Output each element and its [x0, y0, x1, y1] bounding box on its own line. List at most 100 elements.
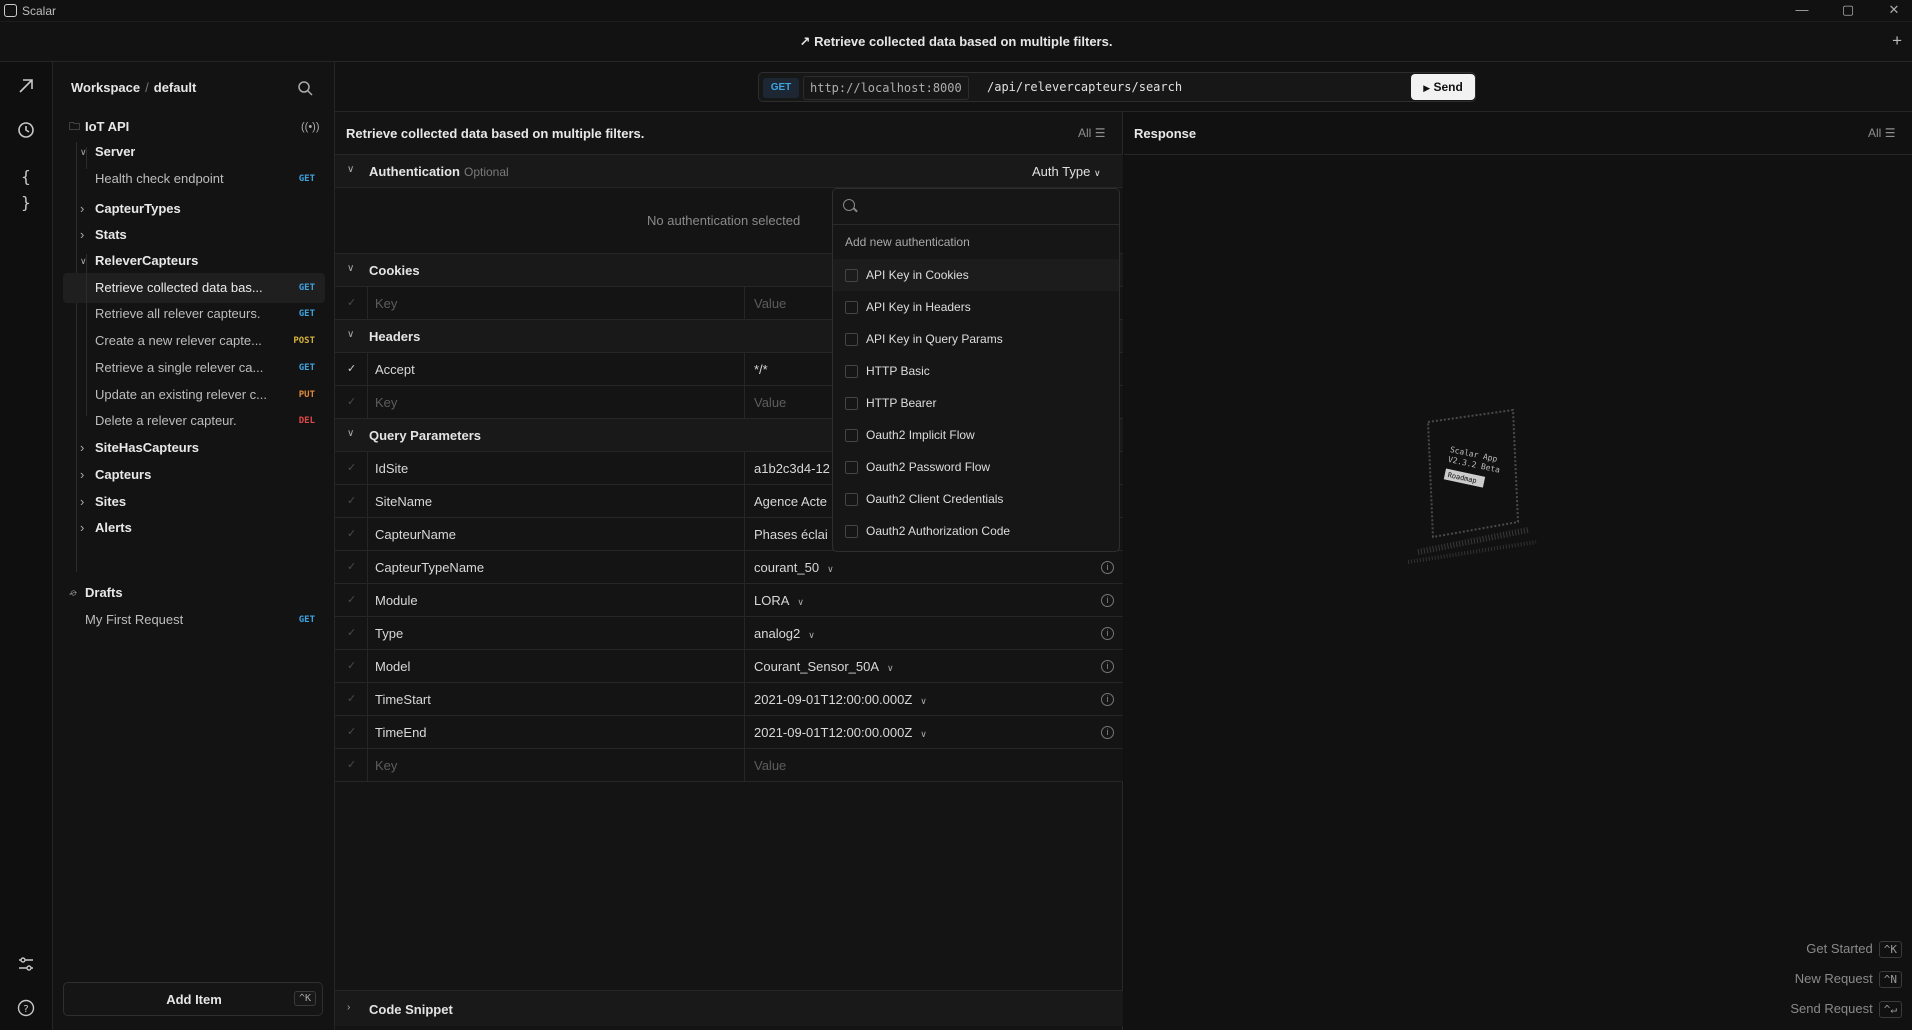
auth-search-input[interactable]: [833, 189, 1119, 225]
param-key-input[interactable]: Type: [375, 626, 403, 641]
chevron-down-icon[interactable]: ∨: [920, 696, 927, 706]
minimize-icon[interactable]: —: [1790, 2, 1814, 20]
auth-option-http-basic[interactable]: HTTP Basic: [833, 355, 1119, 387]
chevron-down-icon[interactable]: ∨: [920, 729, 927, 739]
sidebar-item-create-a-new-relever-capte[interactable]: POST Create a new relever capte...: [63, 326, 325, 356]
auth-option-api-key-in-cookies[interactable]: API Key in Cookies: [833, 259, 1119, 291]
code-snippet-section[interactable]: › Code Snippet: [335, 990, 1123, 1026]
clock-icon[interactable]: [13, 120, 39, 146]
info-icon[interactable]: i: [1101, 726, 1114, 739]
auth-option-oauth2-password-flow[interactable]: Oauth2 Password Flow: [833, 451, 1119, 483]
check-icon[interactable]: ✓: [347, 362, 356, 375]
shortcut-new-request[interactable]: New Request ^N: [1795, 971, 1902, 988]
check-icon[interactable]: ✓: [347, 395, 356, 408]
chevron-down-icon[interactable]: ∨: [797, 597, 804, 607]
check-icon[interactable]: ✓: [347, 692, 356, 705]
section-filter[interactable]: All ☰: [1078, 126, 1105, 140]
sidebar-folder-server[interactable]: ∨ Server: [63, 137, 325, 167]
check-icon[interactable]: ✓: [347, 461, 356, 474]
new-tab-button[interactable]: +: [1892, 31, 1902, 51]
sidebar-item-retrieve-a-single-relever-ca[interactable]: GET Retrieve a single relever ca...: [63, 353, 325, 383]
shortcut-get-started[interactable]: Get Started ^K: [1806, 941, 1902, 958]
param-value-input[interactable]: Agence Acte: [754, 494, 827, 509]
checkbox[interactable]: [845, 493, 858, 506]
checkbox[interactable]: [845, 301, 858, 314]
auth-option-oauth2-implicit-flow[interactable]: Oauth2 Implicit Flow: [833, 419, 1119, 451]
check-icon[interactable]: ✓: [347, 758, 356, 771]
checkbox[interactable]: [845, 333, 858, 346]
cookie-value-input[interactable]: Value: [754, 296, 786, 311]
info-icon[interactable]: i: [1101, 627, 1114, 640]
checkbox[interactable]: [845, 397, 858, 410]
header-key-input[interactable]: Accept: [375, 362, 415, 377]
param-key-input[interactable]: IdSite: [375, 461, 408, 476]
auth-option-oauth2-authorization-code[interactable]: Oauth2 Authorization Code: [833, 515, 1119, 547]
braces-icon[interactable]: { }: [13, 164, 39, 212]
sidebar-folder-relevercapteurs[interactable]: ∨ ReleverCapteurs: [63, 246, 325, 276]
param-key-input[interactable]: SiteName: [375, 494, 432, 509]
param-value-input[interactable]: 2021-09-01T12:00:00.000Z ∨: [754, 692, 927, 707]
param-key-input[interactable]: Module: [375, 593, 418, 608]
auth-type-select[interactable]: Auth Type ∨: [1032, 164, 1101, 179]
request-path[interactable]: /api/relevercapteurs/search: [987, 80, 1182, 94]
active-tab[interactable]: ↗ Retrieve collected data based on multi…: [0, 34, 1912, 50]
param-value-input[interactable]: 2021-09-01T12:00:00.000Z ∨: [754, 725, 927, 740]
check-icon[interactable]: ✓: [347, 725, 356, 738]
arrow-up-right-icon[interactable]: [13, 76, 39, 102]
param-value-input[interactable]: courant_50 ∨: [754, 560, 834, 575]
auth-option-oauth2-client-credentials[interactable]: Oauth2 Client Credentials: [833, 483, 1119, 515]
response-filter[interactable]: All ☰: [1868, 126, 1895, 140]
param-key-input[interactable]: TimeStart: [375, 692, 431, 707]
check-icon[interactable]: ✓: [347, 593, 356, 606]
param-key-input[interactable]: CapteurTypeName: [375, 560, 484, 575]
authentication-section[interactable]: ∨ Authentication Optional Auth Type ∨: [335, 155, 1123, 188]
info-icon[interactable]: i: [1101, 660, 1114, 673]
help-icon[interactable]: ?: [13, 998, 39, 1024]
check-icon[interactable]: ✓: [347, 560, 356, 573]
chevron-down-icon[interactable]: ∨: [808, 630, 815, 640]
param-value-input[interactable]: Value: [754, 758, 786, 773]
header-value-input[interactable]: Value: [754, 395, 786, 410]
checkbox[interactable]: [845, 461, 858, 474]
param-value-input[interactable]: Courant_Sensor_50A ∨: [754, 659, 894, 674]
param-key-input[interactable]: Key: [375, 758, 397, 773]
sidebar-item-delete-a-relever-capteur[interactable]: DEL Delete a relever capteur.: [63, 406, 325, 436]
param-value-input[interactable]: Phases éclai: [754, 527, 828, 542]
checkbox[interactable]: [845, 525, 858, 538]
auth-option-api-key-in-headers[interactable]: API Key in Headers: [833, 291, 1119, 323]
search-icon[interactable]: [297, 80, 313, 99]
param-value-input[interactable]: LORA ∨: [754, 593, 804, 608]
send-button[interactable]: ▶ Send: [1411, 74, 1475, 100]
method-select[interactable]: GET: [763, 78, 799, 98]
checkbox[interactable]: [845, 269, 858, 282]
url-input[interactable]: GET http://localhost:8000 /api/releverca…: [758, 72, 1476, 102]
shortcut-send-request[interactable]: Send Request ^↵: [1790, 1001, 1902, 1018]
param-value-input[interactable]: a1b2c3d4-12: [754, 461, 830, 476]
auth-option-api-key-in-query-params[interactable]: API Key in Query Params: [833, 323, 1119, 355]
sidebar-folder-capteurs[interactable]: › Capteurs: [63, 460, 325, 490]
header-key-input[interactable]: Key: [375, 395, 397, 410]
param-key-input[interactable]: Model: [375, 659, 410, 674]
sidebar-folder-alerts[interactable]: › Alerts: [63, 513, 325, 543]
check-icon[interactable]: ✓: [347, 527, 356, 540]
param-key-input[interactable]: TimeEnd: [375, 725, 427, 740]
workspace-breadcrumb[interactable]: Workspace / default: [71, 80, 196, 95]
info-icon[interactable]: i: [1101, 693, 1114, 706]
sidebar-item-health-check-endpoint[interactable]: GET Health check endpoint: [63, 164, 325, 194]
checkbox[interactable]: [845, 429, 858, 442]
check-icon[interactable]: ✓: [347, 296, 356, 309]
chevron-down-icon[interactable]: ∨: [887, 663, 894, 673]
info-icon[interactable]: i: [1101, 594, 1114, 607]
sidebar-item-retrieve-all-relever-capteurs[interactable]: GET Retrieve all relever capteurs.: [63, 299, 325, 329]
param-key-input[interactable]: CapteurName: [375, 527, 456, 542]
header-value-input[interactable]: */*: [754, 362, 768, 377]
close-icon[interactable]: ✕: [1882, 2, 1906, 20]
sliders-icon[interactable]: [13, 954, 39, 980]
check-icon[interactable]: ✓: [347, 659, 356, 672]
param-value-input[interactable]: analog2 ∨: [754, 626, 815, 641]
check-icon[interactable]: ✓: [347, 494, 356, 507]
server-url[interactable]: http://localhost:8000: [803, 76, 969, 100]
checkbox[interactable]: [845, 365, 858, 378]
drafts-folder[interactable]: ⌮ Drafts: [63, 578, 325, 608]
cookie-key-input[interactable]: Key: [375, 296, 397, 311]
